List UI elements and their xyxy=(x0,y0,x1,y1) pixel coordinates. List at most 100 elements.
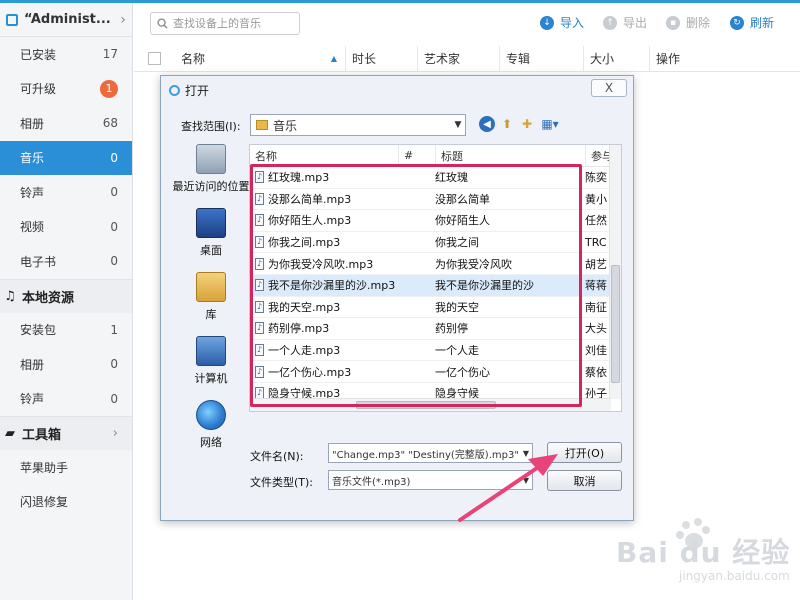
column-name[interactable]: 名称 xyxy=(250,145,399,167)
scrollbar-thumb[interactable] xyxy=(356,401,496,409)
sidebar-item-videos[interactable]: 视频 0 xyxy=(0,210,132,245)
device-header[interactable]: “Administ... › xyxy=(0,3,132,37)
file-row[interactable]: ♪ 没那么简单.mp3 没那么简单 黄小 xyxy=(250,189,612,211)
refresh-label: 刷新 xyxy=(750,16,775,30)
place-recent[interactable]: 最近访问的位置 xyxy=(171,144,251,208)
delete-label: 删除 xyxy=(686,16,711,30)
file-artist: TRC xyxy=(585,235,607,249)
place-label: 计算机 xyxy=(194,372,228,385)
new-folder-icon[interactable]: ✚ xyxy=(519,116,535,132)
chevron-right-icon[interactable]: › xyxy=(113,426,118,441)
sidebar-item-apple-helper[interactable]: 苹果助手 xyxy=(0,450,132,485)
open-file-dialog: 打开 X 查找范围(I): 音乐 ▼ ◀ ⬆ ✚ ▦▾ 最近访问的位置 桌面 库… xyxy=(160,75,634,521)
app-icon xyxy=(169,84,180,96)
place-computer[interactable]: 计算机 xyxy=(171,336,251,400)
filetype-dropdown[interactable]: 音乐文件(*.mp3) ▼ xyxy=(328,470,533,490)
file-list-header: 名称 # 标题 参与 xyxy=(250,145,621,167)
column-label: 名称 xyxy=(181,52,206,66)
select-all-checkbox[interactable] xyxy=(148,52,161,65)
baidu-watermark: Bai du 经验 jingyan.baidu.com xyxy=(616,517,791,587)
sidebar-item-label: 安装包 xyxy=(20,323,57,338)
file-row[interactable]: ♪ 你我之间.mp3 你我之间 TRC xyxy=(250,232,612,254)
section-local-resources[interactable]: ♫ 本地资源 xyxy=(0,278,132,313)
section-toolbox[interactable]: ▰ 工具箱 › xyxy=(0,416,132,450)
chevron-right-icon[interactable]: › xyxy=(114,12,132,28)
export-icon: ↑ xyxy=(603,15,617,30)
file-row[interactable]: ♪ 一个人走.mp3 一个人走 刘佳 xyxy=(250,340,612,362)
column-label: 艺术家 xyxy=(424,52,461,66)
column-duration[interactable]: 时长 xyxy=(345,45,417,72)
file-title: 你好陌生人 xyxy=(435,214,490,228)
file-row[interactable]: ♪ 一亿个伤心.mp3 一亿个伤心 蔡依 xyxy=(250,361,612,383)
column-name[interactable]: 名称 ▲ xyxy=(175,46,345,72)
scrollbar-thumb[interactable] xyxy=(611,265,620,383)
sidebar-item-installed[interactable]: 已安装 17 xyxy=(0,37,132,72)
delete-button[interactable]: ▪ 删除 xyxy=(666,14,710,31)
sidebar-item-label: 音乐 xyxy=(20,151,45,166)
export-button[interactable]: ↑ 导出 xyxy=(603,14,647,31)
file-row[interactable]: ♪ 我的天空.mp3 我的天空 南征 xyxy=(250,297,612,319)
sidebar-item-photos[interactable]: 相册 68 xyxy=(0,106,132,141)
sidebar-item-local-photos[interactable]: 相册 0 xyxy=(0,347,132,382)
filename-input[interactable]: "Change.mp3" "Destiny(完整版).mp3" "G ▼ xyxy=(328,443,533,463)
sidebar-item-label: 铃声 xyxy=(20,185,45,200)
file-title: 一个人走 xyxy=(435,344,479,358)
view-menu-icon[interactable]: ▦▾ xyxy=(539,116,561,132)
file-row[interactable]: ♪ 为你我受冷风吹.mp3 为你我受冷风吹 胡艺 xyxy=(250,253,612,275)
filetype-label: 文件类型(T): xyxy=(250,476,314,489)
place-desktop[interactable]: 桌面 xyxy=(171,208,251,272)
column-label: 大小 xyxy=(590,52,615,66)
vertical-scrollbar[interactable] xyxy=(609,145,621,399)
refresh-button[interactable]: ↻ 刷新 xyxy=(730,14,774,31)
open-button[interactable]: 打开(O) xyxy=(547,442,622,463)
sidebar-item-packages[interactable]: 安装包 1 xyxy=(0,313,132,348)
place-label: 库 xyxy=(205,308,217,321)
cancel-button-label: 取消 xyxy=(573,474,596,488)
column-album[interactable]: 专辑 xyxy=(499,45,583,72)
file-row[interactable]: ♪ 红玫瑰.mp3 红玫瑰 陈奕 xyxy=(250,167,612,189)
section-label: 工具箱 xyxy=(22,428,62,443)
sidebar-item-upgradable[interactable]: 可升级 1 xyxy=(0,72,132,107)
cancel-button[interactable]: 取消 xyxy=(547,470,622,491)
column-title[interactable]: 标题 xyxy=(436,145,586,167)
file-name: 我的天空.mp3 xyxy=(268,300,341,314)
sidebar-item-count: 0 xyxy=(110,150,118,165)
sidebar-item-label: 电子书 xyxy=(20,254,57,269)
column-size[interactable]: 大小 xyxy=(583,45,649,72)
sidebar-item-label: 相册 xyxy=(20,357,45,372)
sidebar-item-music[interactable]: 音乐 0 xyxy=(0,140,132,175)
column-artist[interactable]: 艺术家 xyxy=(417,45,499,72)
import-button[interactable]: ↓ 导入 xyxy=(540,14,584,31)
up-folder-icon[interactable]: ⬆ xyxy=(499,116,515,132)
file-row-selected[interactable]: ♪ 我不是你沙漏里的沙.mp3 我不是你沙漏里的沙 蒋蒋 xyxy=(250,274,612,297)
sidebar-item-ringtones[interactable]: 铃声 0 xyxy=(0,175,132,210)
search-input[interactable] xyxy=(173,17,293,30)
lookin-dropdown[interactable]: 音乐 ▼ xyxy=(250,114,466,136)
chevron-down-icon[interactable]: ▼ xyxy=(520,449,532,458)
music-table-header: 名称 ▲ 时长 艺术家 专辑 大小 操作 xyxy=(134,45,800,72)
file-row[interactable]: ♪ 药别停.mp3 药别停 大头 xyxy=(250,318,612,340)
sidebar-item-local-ringtones[interactable]: 铃声 0 xyxy=(0,382,132,417)
horizontal-scrollbar[interactable] xyxy=(250,398,611,411)
file-title: 没那么简单 xyxy=(435,192,490,206)
file-name: 你好陌生人.mp3 xyxy=(268,214,352,228)
file-artist: 黄小 xyxy=(585,192,607,206)
sidebar-item-count: 17 xyxy=(102,47,118,62)
file-artist: 陈奕 xyxy=(585,171,607,185)
lookin-value: 音乐 xyxy=(273,118,298,133)
place-library[interactable]: 库 xyxy=(171,272,251,336)
file-row[interactable]: ♪ 你好陌生人.mp3 你好陌生人 任然 xyxy=(250,210,612,232)
lookin-label: 查找范围(I): xyxy=(181,120,241,133)
search-box[interactable] xyxy=(150,12,300,35)
file-name: 为你我受冷风吹.mp3 xyxy=(268,257,374,271)
close-button[interactable]: X xyxy=(591,79,627,97)
back-icon[interactable]: ◀ xyxy=(479,116,495,132)
sidebar-item-count: 68 xyxy=(102,116,118,131)
sidebar-item-count: 0 xyxy=(110,391,118,406)
place-network[interactable]: 网络 xyxy=(171,400,251,464)
file-name: 你我之间.mp3 xyxy=(268,236,341,250)
column-action[interactable]: 操作 xyxy=(649,45,729,72)
column-number[interactable]: # xyxy=(399,145,436,167)
sidebar-item-crash-fix[interactable]: 闪退修复 xyxy=(0,485,132,520)
sidebar-item-ebooks[interactable]: 电子书 0 xyxy=(0,244,132,279)
